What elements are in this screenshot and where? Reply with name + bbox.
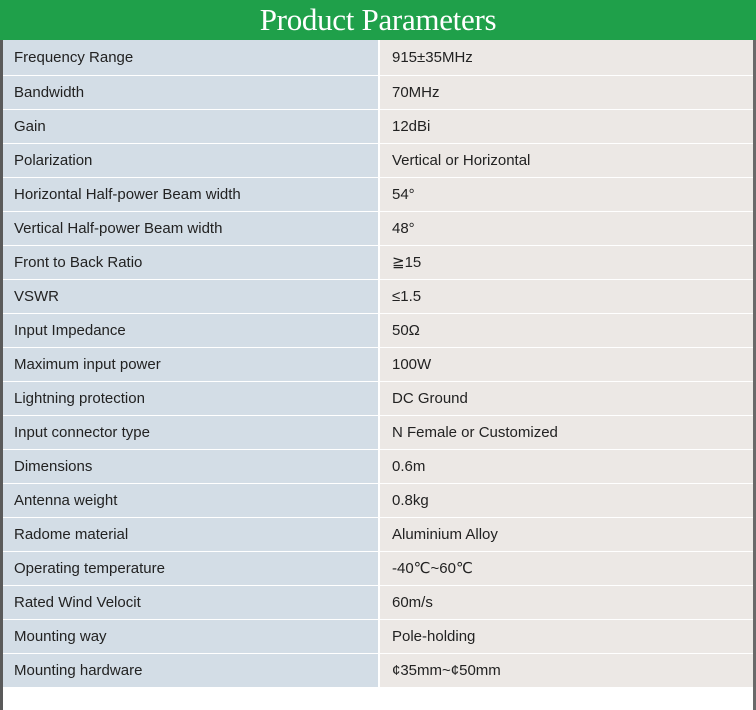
- parameters-table: Frequency Range 915±35MHz Bandwidth 70MHz …: [3, 40, 753, 688]
- parameters-table-body: Frequency Range 915±35MHz Bandwidth 70MHz …: [3, 40, 753, 688]
- table-row: Horizontal Half-power Beam width 54°: [3, 177, 753, 212]
- parameter-value: DC Ground: [379, 381, 753, 416]
- parameter-value: 0.8kg: [379, 483, 753, 518]
- parameter-name: Input Impedance: [3, 313, 380, 348]
- parameter-name: Maximum input power: [3, 347, 380, 382]
- parameter-name: Gain: [3, 109, 380, 144]
- parameter-name: Antenna weight: [3, 483, 380, 518]
- parameter-value: ≧15: [379, 245, 753, 280]
- parameter-value: 12dBi: [379, 109, 753, 144]
- parameter-name: Lightning protection: [3, 381, 380, 416]
- table-row: Gain 12dBi: [3, 109, 753, 144]
- table-row: Vertical Half-power Beam width 48°: [3, 211, 753, 246]
- parameter-name: Mounting way: [3, 619, 380, 654]
- parameter-value: 0.6m: [379, 449, 753, 484]
- table-row: Input connector type N Female or Customiz…: [3, 415, 753, 450]
- parameter-value: 50Ω: [379, 313, 753, 348]
- parameter-name: Front to Back Ratio: [3, 245, 380, 280]
- parameter-name: Radome material: [3, 517, 380, 552]
- table-row: Bandwidth 70MHz: [3, 75, 753, 110]
- table-row: Lightning protection DC Ground: [3, 381, 753, 416]
- parameter-value: 70MHz: [379, 75, 753, 110]
- parameter-name: Operating temperature: [3, 551, 380, 586]
- parameter-value: Aluminium Alloy: [379, 517, 753, 552]
- parameter-name: Frequency Range: [3, 40, 380, 76]
- parameter-value: 54°: [379, 177, 753, 212]
- parameter-name: Dimensions: [3, 449, 380, 484]
- parameter-name: Bandwidth: [3, 75, 380, 110]
- parameter-name: Horizontal Half-power Beam width: [3, 177, 380, 212]
- table-row: Mounting way Pole-holding: [3, 619, 753, 654]
- parameter-value: -40℃~60℃: [379, 551, 753, 586]
- parameter-value: N Female or Customized: [379, 415, 753, 450]
- table-row: Polarization Vertical or Horizontal: [3, 143, 753, 178]
- page-title: Product Parameters: [259, 2, 497, 37]
- parameter-value: 915±35MHz: [379, 40, 753, 76]
- table-row: Input Impedance 50Ω: [3, 313, 753, 348]
- table-row: Antenna weight 0.8kg: [3, 483, 753, 518]
- table-row: Maximum input power 100W: [3, 347, 753, 382]
- table-row: Mounting hardware ¢35mm~¢50mm: [3, 653, 753, 688]
- parameter-value: 48°: [379, 211, 753, 246]
- parameter-value: ≤1.5: [379, 279, 753, 314]
- table-row: Rated Wind Velocit 60m/s: [3, 585, 753, 620]
- table-row: Dimensions 0.6m: [3, 449, 753, 484]
- page-header: Product Parameters: [0, 0, 756, 40]
- parameter-name: Mounting hardware: [3, 653, 380, 688]
- parameter-name: Vertical Half-power Beam width: [3, 211, 380, 246]
- parameter-value: ¢35mm~¢50mm: [379, 653, 753, 688]
- table-row: Front to Back Ratio ≧15: [3, 245, 753, 280]
- parameter-value: 100W: [379, 347, 753, 382]
- table-row: Frequency Range 915±35MHz: [3, 40, 753, 76]
- table-row: VSWR ≤1.5: [3, 279, 753, 314]
- parameter-value: Vertical or Horizontal: [379, 143, 753, 178]
- parameter-name: Polarization: [3, 143, 380, 178]
- table-row: Radome material Aluminium Alloy: [3, 517, 753, 552]
- parameters-table-container: Frequency Range 915±35MHz Bandwidth 70MHz …: [0, 40, 756, 710]
- table-row: Operating temperature -40℃~60℃: [3, 551, 753, 586]
- parameter-name: Input connector type: [3, 415, 380, 450]
- parameter-value: Pole-holding: [379, 619, 753, 654]
- parameter-value: 60m/s: [379, 585, 753, 620]
- parameter-name: VSWR: [3, 279, 380, 314]
- parameter-name: Rated Wind Velocit: [3, 585, 380, 620]
